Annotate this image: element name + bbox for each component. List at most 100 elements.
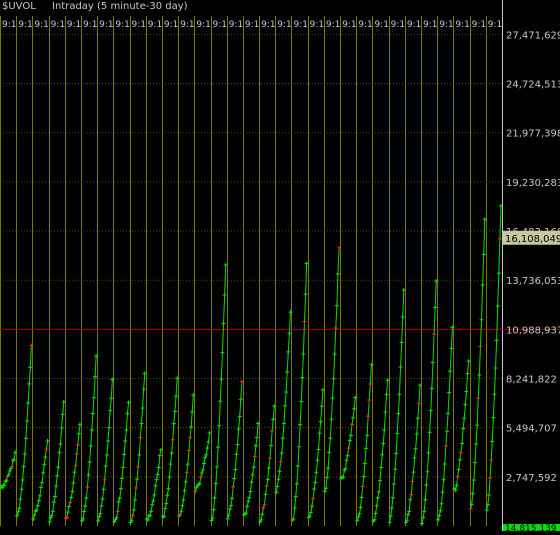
y-axis: 27,471,62924,724,51321,977,39819,230,283… [503, 30, 560, 531]
session-series [485, 204, 503, 512]
bottom-value-label: 14,815,139 [505, 524, 557, 531]
series-segment [447, 413, 448, 431]
series-segment [224, 295, 225, 324]
series-segment [29, 367, 30, 384]
session-series [420, 279, 438, 526]
series-segment [367, 416, 368, 435]
series-segment [192, 395, 193, 412]
series-segment [175, 396, 176, 411]
session-label: 9:1 [488, 20, 502, 30]
series-segment [282, 438, 283, 453]
series-segment [334, 354, 335, 379]
series-segment [220, 379, 221, 401]
session-series [96, 377, 114, 522]
y-tick-label: 19,230,283 [506, 178, 560, 189]
series-segment [306, 263, 307, 294]
session-series [290, 261, 308, 522]
series-segment [451, 327, 452, 348]
session-series [161, 376, 179, 519]
series-segment [218, 426, 219, 447]
series-segment [492, 418, 493, 442]
series-segment [283, 423, 284, 438]
series-segment [23, 467, 24, 480]
series-segment [464, 405, 465, 419]
session-series [0, 450, 17, 489]
series-segment [300, 402, 301, 425]
series-segment [473, 480, 474, 494]
session-label: 9:1 [407, 20, 421, 30]
grid [0, 0, 503, 531]
series-segment [287, 352, 288, 372]
series-segment [403, 290, 404, 317]
series-segment [271, 431, 272, 445]
session-label: 9:1 [164, 20, 178, 30]
series-segment [285, 392, 286, 406]
session-series [469, 217, 487, 510]
series-segment [496, 340, 497, 368]
series-segment [93, 398, 94, 414]
session-series [274, 310, 292, 494]
series-segment [92, 413, 93, 430]
series-segment [217, 447, 218, 467]
series-segment [284, 406, 285, 424]
series-segment [395, 453, 396, 469]
series-segment [319, 433, 320, 449]
series-segment [289, 312, 290, 333]
series-segment [398, 394, 399, 413]
series-segment [297, 466, 298, 484]
session-series [48, 400, 66, 524]
series-segment [384, 412, 385, 430]
session-series [404, 383, 422, 524]
session-label: 9:1 [472, 20, 486, 30]
session-label: 9:1 [261, 20, 275, 30]
series-segment [28, 384, 29, 403]
series-segment [432, 363, 433, 389]
last-value-label: 16,108,049 [505, 234, 560, 245]
session-label: 9:1 [213, 20, 227, 30]
series-segment [435, 281, 436, 307]
y-tick-label: 10,988,937 [506, 325, 560, 336]
series-segment [365, 448, 366, 463]
series-segment [498, 273, 499, 306]
series-segment [474, 463, 475, 480]
series-segment [433, 334, 434, 362]
session-label: 9:1 [455, 20, 469, 30]
series-segment [370, 365, 371, 384]
series-segment [476, 425, 477, 444]
series-segment [144, 373, 145, 389]
series-segment [383, 430, 384, 444]
session-label: 9:1 [34, 20, 48, 30]
symbol-label[interactable]: $UVOL [2, 1, 36, 12]
session-series [80, 354, 98, 523]
series-segment [368, 400, 369, 416]
session-label: 9:1 [132, 20, 146, 30]
session-series [307, 388, 325, 520]
series-segment [479, 346, 480, 375]
session-series [323, 246, 341, 493]
series-segment [338, 248, 339, 274]
series-segment [91, 430, 92, 446]
series-segment [257, 423, 258, 437]
session-series [339, 395, 357, 480]
session-series [145, 448, 163, 522]
session-series [371, 378, 389, 523]
session-series [388, 288, 406, 524]
session-label: 9:1 [358, 20, 372, 30]
series-segment [444, 464, 445, 480]
session-label: 9:1 [180, 20, 194, 30]
series-segment [493, 394, 494, 418]
series-segment [397, 414, 398, 434]
session-series [210, 263, 228, 523]
chart-window: 9:19:19:19:19:19:19:19:19:19:19:19:19:19… [0, 0, 560, 531]
session-label: 9:1 [245, 20, 259, 30]
session-label: 9:1 [229, 20, 243, 30]
session-label: 9:1 [18, 20, 32, 30]
series-segment [25, 438, 26, 454]
series-segment [95, 356, 96, 377]
series-segment [418, 404, 419, 418]
session-label: 9:1 [148, 20, 162, 30]
series-segment [490, 460, 491, 478]
y-tick-label: 24,724,513 [506, 80, 560, 91]
series-segment [328, 452, 329, 468]
session-label: 9:1 [326, 20, 340, 30]
